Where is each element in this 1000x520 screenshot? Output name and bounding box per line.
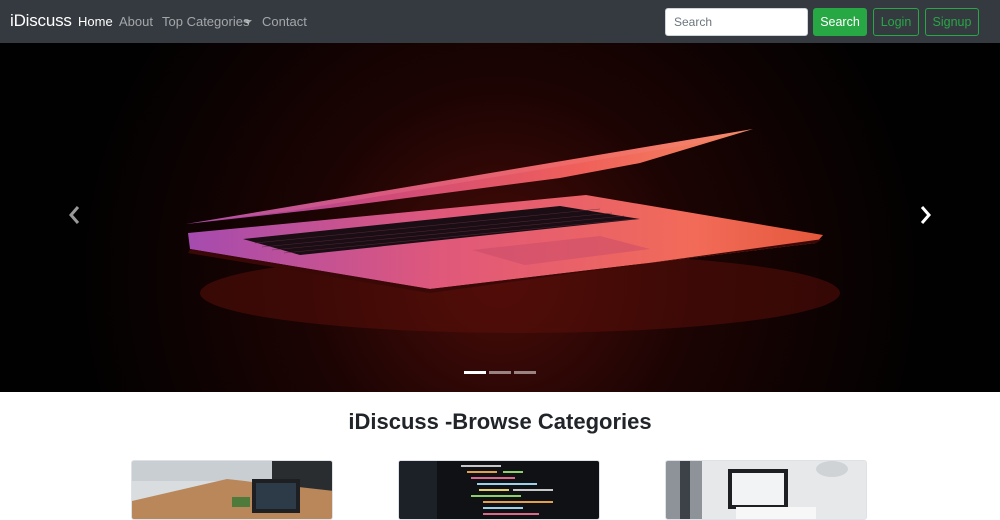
nav-link-top-categories[interactable]: Top Categories [162, 14, 249, 29]
carousel-indicator-3[interactable] [514, 371, 536, 374]
signup-button[interactable]: Signup [925, 8, 979, 36]
navbar: iDiscuss Home About Top Categories Conta… [0, 0, 1000, 43]
carousel-indicator-2[interactable] [489, 371, 511, 374]
category-card-image [666, 461, 866, 519]
category-card-1[interactable] [131, 460, 333, 520]
nav-link-home[interactable]: Home [78, 14, 113, 29]
carousel-indicator-1[interactable] [464, 371, 486, 374]
chevron-right-icon[interactable] [918, 204, 934, 226]
carousel-indicators [0, 371, 1000, 377]
category-card-image [399, 461, 599, 519]
search-input[interactable] [665, 8, 808, 36]
login-button[interactable]: Login [873, 8, 919, 36]
category-card-image [132, 461, 332, 519]
nav-link-about[interactable]: About [119, 14, 153, 29]
category-card-3[interactable] [665, 460, 867, 520]
chevron-left-icon[interactable] [66, 204, 82, 226]
search-button[interactable]: Search [813, 8, 867, 36]
nav-link-contact[interactable]: Contact [262, 14, 307, 29]
section-title: iDiscuss -Browse Categories [348, 409, 652, 434]
category-card-2[interactable] [398, 460, 600, 520]
hero-carousel [0, 43, 1000, 392]
caret-down-icon[interactable] [244, 20, 252, 24]
laptop-slide-image [0, 43, 1000, 392]
brand-logo[interactable]: iDiscuss [10, 11, 72, 31]
